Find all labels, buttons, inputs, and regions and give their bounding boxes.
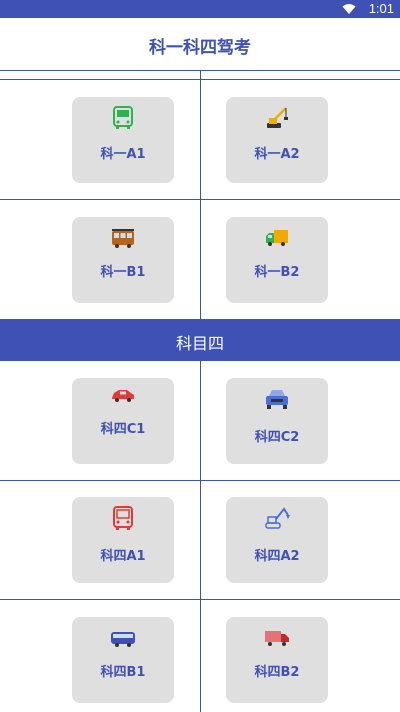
card-label: 科一B2 [254, 265, 300, 280]
card-label: 科四B1 [100, 665, 146, 680]
card-ke4-a1[interactable]: 科四A1 [72, 497, 174, 583]
card-ke4-c2[interactable]: 科四C2 [226, 378, 328, 464]
coach-icon [111, 632, 135, 647]
card-ke4-a2[interactable]: 科四A2 [226, 497, 328, 583]
card-label: 科一A1 [100, 147, 146, 162]
card-ke1-a2[interactable]: 科一A2 [226, 97, 328, 183]
car-icon [112, 390, 134, 402]
lorry-icon [265, 631, 289, 646]
card-label: 科四A2 [254, 549, 300, 564]
tram-icon [112, 229, 134, 248]
app-title-bar: 科一科四驾考 [0, 18, 400, 70]
divider [200, 361, 201, 712]
suv-icon [266, 390, 288, 409]
page-title: 科一科四驾考 [149, 38, 251, 58]
status-time: 1:01 [368, 1, 394, 16]
card-label: 科四A1 [100, 549, 146, 564]
card-label: 科四B2 [254, 665, 300, 680]
card-ke1-a1[interactable]: 科一A1 [72, 97, 174, 183]
truck-icon [266, 230, 288, 246]
card-label: 科四C2 [254, 430, 300, 445]
card-label: 科一A2 [254, 147, 300, 162]
excavator-icon [265, 507, 290, 529]
card-ke4-b1[interactable]: 科四B1 [72, 617, 174, 703]
section-title: 科目四 [175, 334, 224, 353]
card-label: 科四C1 [100, 422, 146, 437]
card-ke4-c1[interactable]: 科四C1 [72, 378, 174, 464]
card-label: 科一B1 [100, 265, 146, 280]
bus-icon [113, 106, 133, 129]
card-ke4-b2[interactable]: 科四B2 [226, 617, 328, 703]
crane-icon [267, 107, 288, 128]
card-ke1-b2[interactable]: 科一B2 [226, 217, 328, 303]
bus-front-icon [113, 506, 133, 530]
divider [200, 70, 201, 319]
section-header-ke4: 科目四 [0, 319, 400, 361]
wifi-icon [342, 4, 356, 14]
card-ke1-b1[interactable]: 科一B1 [72, 217, 174, 303]
status-bar: 1:01 [0, 0, 400, 18]
